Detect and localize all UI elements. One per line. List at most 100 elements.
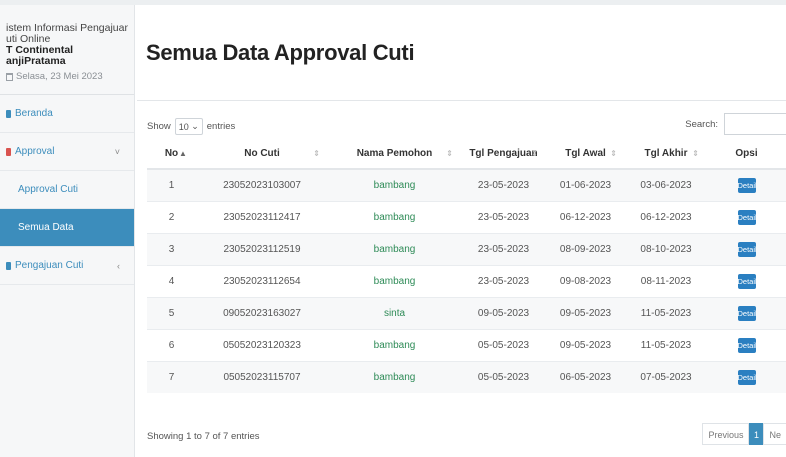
cell-tgl-pengajuan: 23-05-2023: [461, 168, 546, 201]
approval-table: No ▲ No Cuti ⇕ Nama Pemohon ⇕ Tgl Pengajuan…: [147, 139, 786, 393]
detail-button[interactable]: Detail: [737, 241, 757, 257]
table-row: 3 23052023112519 bambang 23-05-2023 08-0…: [147, 232, 786, 265]
column-header-tgl-pengajuan[interactable]: Tgl Pengajuan ⇕: [461, 139, 546, 170]
cell-nama-pemohon: bambang: [328, 200, 461, 233]
show-label: Show: [147, 121, 171, 132]
sidebar-item-approval-cuti[interactable]: Approval Cuti: [0, 171, 134, 209]
current-date: Selasa, 23 Mei 2023: [6, 71, 134, 82]
cell-tgl-pengajuan: 23-05-2023: [461, 200, 546, 233]
sort-icon: ⇕: [692, 149, 699, 158]
sort-asc-icon: ▲: [179, 149, 187, 158]
cell-opsi: Detail: [707, 232, 786, 265]
cell-opsi: Detail: [707, 168, 786, 201]
column-header-no-cuti[interactable]: No Cuti ⇕: [196, 139, 328, 170]
cell-tgl-akhir: 11-05-2023: [625, 328, 707, 361]
column-header-tgl-akhir[interactable]: Tgl Akhir ⇕: [625, 139, 707, 170]
detail-button[interactable]: Detail: [737, 177, 757, 193]
cell-no-cuti: 05052023115707: [196, 360, 328, 393]
cell-tgl-awal: 06-05-2023: [546, 360, 625, 393]
column-header-nama-pemohon[interactable]: Nama Pemohon ⇕: [328, 139, 461, 170]
cell-no: 3: [147, 232, 196, 265]
sidebar-item-pengajuan-cuti[interactable]: Pengajuan Cuti ‹: [0, 247, 134, 285]
entries-value: 10: [178, 121, 189, 132]
detail-button[interactable]: Detail: [737, 273, 757, 289]
cell-opsi: Detail: [707, 264, 786, 297]
column-header-opsi: Opsi: [707, 139, 786, 170]
cell-tgl-akhir: 03-06-2023: [625, 168, 707, 201]
cell-tgl-awal: 09-05-2023: [546, 328, 625, 361]
cell-tgl-akhir: 08-10-2023: [625, 232, 707, 265]
chevron-left-icon: ‹: [117, 260, 120, 271]
cell-no: 5: [147, 296, 196, 329]
app-window: istem Informasi Pengajuan uti Online T C…: [0, 0, 786, 457]
sidebar-item-label: Approval Cuti: [18, 184, 79, 195]
table-row: 5 09052023163027 sinta 09-05-2023 09-05-…: [147, 296, 786, 329]
detail-button[interactable]: Detail: [737, 305, 757, 321]
cell-no: 4: [147, 264, 196, 297]
detail-button[interactable]: Detail: [737, 337, 757, 353]
detail-button[interactable]: Detail: [737, 369, 757, 385]
cell-nama-pemohon: bambang: [328, 168, 461, 201]
cell-tgl-pengajuan: 05-05-2023: [461, 360, 546, 393]
search-input[interactable]: [724, 113, 786, 135]
brand-line-4: anjiPratama: [6, 56, 66, 67]
cell-tgl-awal: 01-06-2023: [546, 168, 625, 201]
entries-select[interactable]: 10 ⌄: [174, 118, 203, 135]
cell-opsi: Detail: [707, 360, 786, 393]
entries-length: Show 10 ⌄ entries: [147, 118, 235, 135]
cell-no-cuti: 23052023112519: [196, 232, 328, 265]
table-search: Search:: [685, 113, 786, 135]
sidebar-item-label: Beranda: [15, 108, 53, 119]
brand-line-3: T Continental: [6, 45, 74, 56]
sidebar: istem Informasi Pengajuan uti Online T C…: [0, 5, 135, 457]
cell-tgl-akhir: 06-12-2023: [625, 200, 707, 233]
cell-tgl-akhir: 11-05-2023: [625, 296, 707, 329]
cell-nama-pemohon: bambang: [328, 328, 461, 361]
column-header-label: No: [164, 148, 179, 159]
sort-icon: ⇕: [531, 149, 538, 158]
table-controls: Show 10 ⌄ entries Search:: [147, 113, 786, 135]
column-header-no[interactable]: No ▲: [147, 139, 196, 170]
detail-button[interactable]: Detail: [737, 209, 757, 225]
column-header-label: Tgl Pengajuan: [469, 148, 538, 159]
pagination-previous[interactable]: Previous: [702, 423, 750, 445]
sidebar-item-beranda[interactable]: Beranda: [0, 95, 134, 133]
sidebar-item-label: Approval: [15, 146, 55, 157]
calendar-icon: [6, 72, 13, 81]
cell-tgl-akhir: 08-11-2023: [625, 264, 707, 297]
cell-no-cuti: 23052023112417: [196, 200, 328, 233]
cell-nama-pemohon: bambang: [328, 360, 461, 393]
sidebar-item-approval[interactable]: Approval ˅: [0, 133, 134, 171]
cell-nama-pemohon: sinta: [328, 296, 461, 329]
column-header-label: Opsi: [735, 148, 758, 159]
sidebar-item-label: Pengajuan Cuti: [15, 260, 84, 271]
sidebar-item-label: Semua Data: [18, 222, 74, 233]
sidebar-nav: Beranda Approval ˅ Approval Cuti Semua D…: [0, 95, 134, 285]
cell-tgl-awal: 09-08-2023: [546, 264, 625, 297]
sort-icon: ⇕: [313, 149, 320, 158]
sort-icon: ⇕: [446, 149, 453, 158]
cell-no: 7: [147, 360, 196, 393]
table-row: 1 23052023103007 bambang 23-05-2023 01-0…: [147, 168, 786, 201]
pagination-page-1[interactable]: 1: [749, 423, 764, 445]
column-header-label: No Cuti: [244, 148, 280, 159]
cell-tgl-awal: 06-12-2023: [546, 200, 625, 233]
data-table-card: Show 10 ⌄ entries Search: No▲ No Cuti ⇕: [137, 100, 786, 457]
cell-opsi: Detail: [707, 328, 786, 361]
cell-tgl-pengajuan: 23-05-2023: [461, 232, 546, 265]
page-title: Semua Data Approval Cuti: [146, 40, 415, 65]
pagination-next[interactable]: Ne: [763, 423, 786, 445]
cell-nama-pemohon: bambang: [328, 264, 461, 297]
cell-tgl-pengajuan: 23-05-2023: [461, 264, 546, 297]
column-header-tgl-awal[interactable]: Tgl Awal ⇕: [546, 139, 625, 170]
sidebar-item-semua-data[interactable]: Semua Data: [0, 209, 134, 247]
entries-label: entries: [206, 121, 236, 132]
table-header-row: No ▲ No Cuti ⇕ Nama Pemohon ⇕ Tgl Pengajuan…: [147, 139, 786, 170]
chevron-down-icon: ˅: [114, 146, 120, 157]
column-header-label: Tgl Awal: [565, 148, 606, 159]
cell-no-cuti: 09052023163027: [196, 296, 328, 329]
app-brand: istem Informasi Pengajuan uti Online T C…: [0, 5, 134, 67]
cell-tgl-awal: 08-09-2023: [546, 232, 625, 265]
pagination: Previous 1 Ne: [702, 423, 786, 445]
table-row: 7 05052023115707 bambang 05-05-2023 06-0…: [147, 360, 786, 393]
